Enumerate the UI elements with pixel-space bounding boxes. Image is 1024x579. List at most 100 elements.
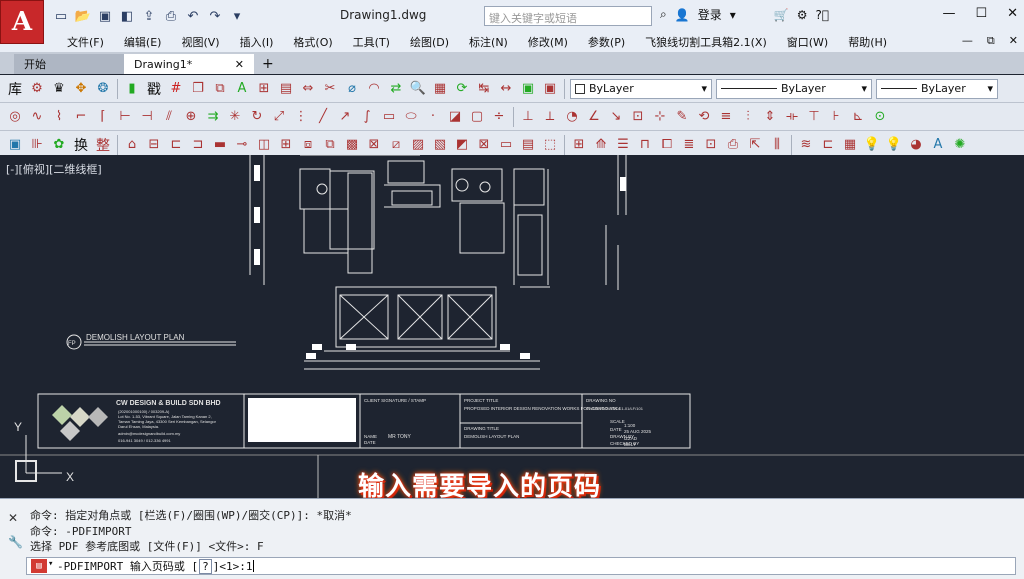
grid-icon[interactable]: # [166, 79, 186, 99]
viewport-icon[interactable]: ⬚ [540, 135, 560, 155]
command-input[interactable]: ▤ ▾ -PDFIMPORT 输入页码或 [ ? ]<1>: 1 [26, 557, 1016, 575]
menu-window[interactable]: 窗口(W) [777, 34, 838, 50]
command-icon[interactable]: ▤ [31, 559, 47, 573]
menu-file[interactable]: 文件(F) [57, 34, 114, 50]
circle-icon[interactable]: ◎ [5, 107, 25, 127]
mirror-icon[interactable]: ⇄ [386, 79, 406, 99]
redo-icon[interactable]: ↷ [206, 7, 224, 25]
room-icon[interactable]: ⊞ [276, 135, 296, 155]
gradient-icon[interactable]: ◩ [452, 135, 472, 155]
dropdown-arrow-icon[interactable]: ▾ [730, 8, 736, 22]
menu-format[interactable]: 格式(O) [283, 34, 342, 50]
move-icon[interactable]: ✥ [71, 79, 91, 99]
lightbulb-icon[interactable]: 💡 [862, 135, 882, 155]
measure-icon[interactable]: ⌀ [342, 79, 362, 99]
save-red-icon[interactable]: ▣ [540, 79, 560, 99]
exchange-cart-icon[interactable]: 🛒 [774, 8, 789, 22]
hatch-icon[interactable]: ▤ [276, 79, 296, 99]
furniture-icon[interactable]: ⧈ [298, 135, 318, 155]
linetype-dropdown[interactable]: ByLayer ▾ [716, 78, 872, 99]
polyline-icon[interactable]: ⌇ [49, 107, 69, 127]
settings-icon[interactable]: ❂ [93, 79, 113, 99]
save-icon[interactable]: ▣ [96, 7, 114, 25]
clip-icon[interactable]: ⊓ [635, 135, 655, 155]
plant-icon[interactable]: ✿ [49, 135, 69, 155]
door-icon[interactable]: ⌂ [122, 135, 142, 155]
menu-tools[interactable]: 工具(T) [343, 34, 400, 50]
freeze-icon[interactable]: ▦ [840, 135, 860, 155]
close-icon[interactable]: ✕ [1007, 6, 1018, 21]
viewport-controls[interactable]: [-][俯视][二维线框] [6, 161, 102, 177]
text-style-icon[interactable]: A [928, 135, 948, 155]
quick-dim-icon[interactable]: ⟛ [782, 107, 802, 127]
ellipse-icon[interactable]: ⬭ [401, 107, 421, 127]
sheet-icon[interactable]: ⊡ [701, 135, 721, 155]
baseline-dim-icon[interactable]: ⊤ [804, 107, 824, 127]
wave-icon[interactable]: ∿ [27, 107, 47, 127]
refresh-icon[interactable]: ⟳ [452, 79, 472, 99]
stack-icon[interactable]: ⫼ [767, 135, 787, 155]
diagonal-icon[interactable]: ⧄ [386, 135, 406, 155]
table-icon[interactable]: ▦ [430, 79, 450, 99]
plot-icon[interactable]: ⎙ [723, 135, 743, 155]
close-icon[interactable]: ✕ [8, 511, 18, 525]
maximize-icon[interactable]: ☐ [975, 6, 987, 21]
binoculars-icon[interactable]: ⌕ [660, 7, 667, 22]
login-link[interactable]: 登录 [698, 6, 722, 23]
dimension-icon[interactable]: ⇔ [298, 79, 318, 99]
window-icon[interactable]: ▣ [5, 135, 25, 155]
fillet-icon[interactable]: ⌐ [71, 107, 91, 127]
layer-icon[interactable]: ⧉ [210, 79, 230, 99]
list-icon[interactable]: ≣ [679, 135, 699, 155]
array-icon[interactable]: ⋮ [291, 107, 311, 127]
menu-draw[interactable]: 绘图(D) [400, 34, 459, 50]
copy-icon[interactable]: ❐ [188, 79, 208, 99]
chart-icon[interactable]: ⊪ [27, 135, 47, 155]
region-icon[interactable]: ◪ [445, 107, 465, 127]
new-tab-button[interactable]: + [254, 54, 282, 74]
open-folder-icon[interactable]: 📂 [74, 7, 92, 25]
scale-icon[interactable]: ⤢ [269, 107, 289, 127]
swap-button[interactable]: 换 [71, 135, 91, 155]
minimize-icon[interactable]: — [942, 6, 955, 21]
layer-manager-icon[interactable]: ≋ [796, 135, 816, 155]
xref-icon[interactable]: ⧠ [657, 135, 677, 155]
ray-icon[interactable]: ↗ [335, 107, 355, 127]
wrench-icon[interactable]: 🔧 [8, 535, 23, 549]
color-dropdown[interactable]: ByLayer ▾ [570, 78, 712, 99]
dim-radius-icon[interactable]: ◔ [562, 107, 582, 127]
attribute-icon[interactable]: ⊠ [364, 135, 384, 155]
save-green-icon[interactable]: ▣ [518, 79, 538, 99]
tidy-button[interactable]: 整 [93, 135, 113, 155]
join-icon[interactable]: ⊕ [181, 107, 201, 127]
center-mark-icon[interactable]: ⊹ [650, 107, 670, 127]
tab-close-icon[interactable]: ✕ [235, 58, 244, 71]
crown-icon[interactable]: ♛ [49, 79, 69, 99]
line-icon[interactable]: ╱ [313, 107, 333, 127]
offset-icon[interactable]: ⇉ [203, 107, 223, 127]
wall-icon[interactable]: ▬ [210, 135, 230, 155]
menu-view[interactable]: 视图(V) [171, 34, 229, 50]
tolerance-icon[interactable]: ⊡ [628, 107, 648, 127]
frame-icon[interactable]: ▭ [496, 135, 516, 155]
prompt-option-query[interactable]: ? [199, 558, 212, 574]
menu-modify[interactable]: 修改(M) [518, 34, 578, 50]
dim-update-icon[interactable]: ⟲ [694, 107, 714, 127]
menu-parametric[interactable]: 参数(P) [578, 34, 635, 50]
chevron-down-icon[interactable]: ▾ [48, 559, 53, 569]
menu-help[interactable]: 帮助(H) [838, 34, 897, 50]
beam-icon[interactable]: ⊸ [232, 135, 252, 155]
stretch-icon[interactable]: ↔ [496, 79, 516, 99]
doc-minimize-icon[interactable]: — [962, 34, 973, 48]
dim-style-icon[interactable]: ≡ [716, 107, 736, 127]
match-prop-icon[interactable]: ⟰ [591, 135, 611, 155]
dim-break-icon[interactable]: ⫶ [738, 107, 758, 127]
application-menu-button[interactable]: A [0, 0, 44, 44]
panel-icon[interactable]: ▤ [518, 135, 538, 155]
properties-icon[interactable]: ⊞ [569, 135, 589, 155]
cut-icon[interactable]: ✂ [320, 79, 340, 99]
dim-linear-icon[interactable]: ⊥ [518, 107, 538, 127]
menu-edit[interactable]: 编辑(E) [114, 34, 172, 50]
text-icon[interactable]: A [232, 79, 252, 99]
doc-close-icon[interactable]: ✕ [1009, 34, 1018, 48]
